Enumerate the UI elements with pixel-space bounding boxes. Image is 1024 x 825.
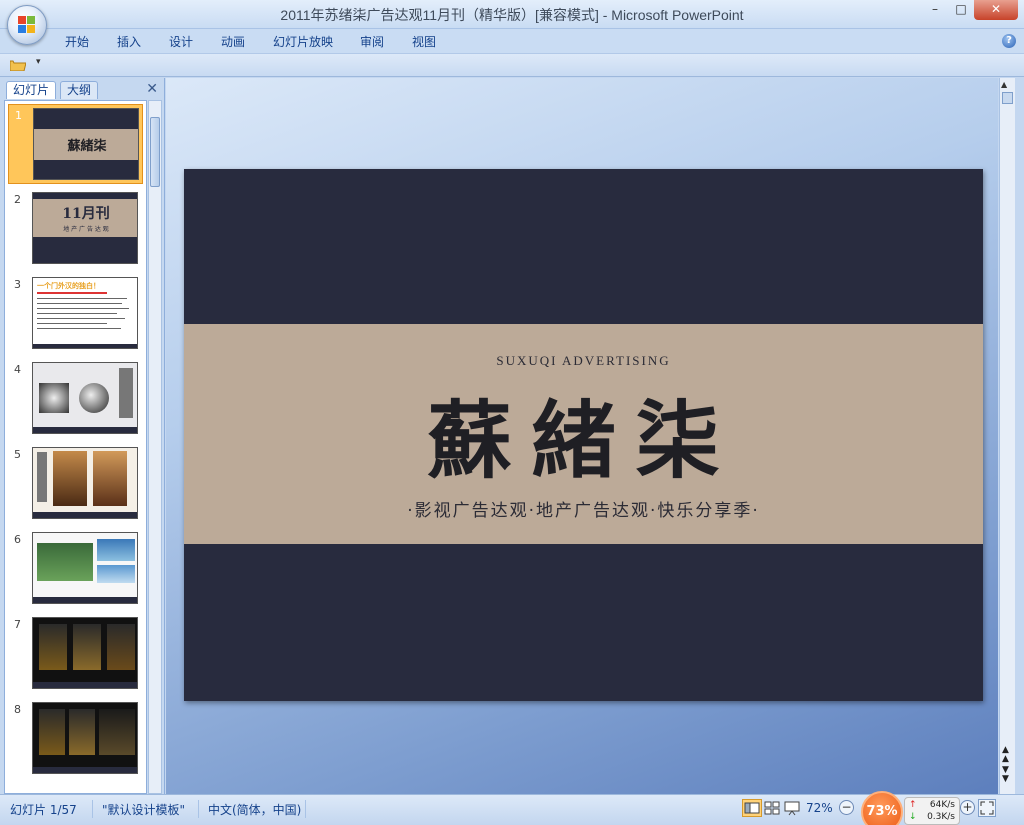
status-bar: 幻灯片 1/57 "默认设计模板" 中文(简体，中国) 72% − 73% ↑ … — [0, 791, 1024, 825]
thumbnail-slide-4[interactable] — [32, 362, 138, 434]
tab-slides[interactable]: 幻灯片 — [6, 81, 57, 99]
thumbnail-number: 6 — [14, 533, 21, 546]
previous-slide-icon[interactable]: ▲ ▲ — [1002, 746, 1009, 764]
help-icon[interactable]: ? — [1002, 34, 1016, 48]
editor-scrollbar[interactable]: ▲ ▲ ▲ ▼ ▼ — [999, 78, 1015, 794]
ribbon-tabs: 开始 插入 设计 动画 幻灯片放映 审阅 视图 ? — [0, 29, 1024, 53]
thumbnail-slot[interactable]: 4 — [8, 359, 143, 439]
thumbnail-slide-3[interactable]: 一个门外汉的独白！ — [32, 277, 138, 349]
slide-title-band: SUXUQI ADVERTISING 蘇緒柒 ·影视广告达观·地产广告达观·快乐… — [184, 324, 983, 544]
zoom-out-button[interactable]: − — [839, 800, 854, 815]
slide-chinese-logo[interactable]: 蘇緒柒 — [184, 374, 983, 495]
upload-speed: 64K/s — [929, 800, 955, 810]
slide-editor[interactable]: SUXUQI ADVERTISING 蘇緒柒 ·影视广告达观·地产广告达观·快乐… — [166, 78, 998, 794]
office-button[interactable] — [7, 5, 47, 45]
network-speed-widget[interactable]: ↑ 64K/s ↓ 0.3K/s — [904, 797, 960, 825]
thumbnail-slide-2[interactable]: 11月刊 地 产 广 告 达 观 — [32, 192, 138, 264]
thumbnail-number: 2 — [14, 193, 21, 206]
thumbnail-slot[interactable]: 1 蘇緒柒 — [8, 104, 143, 184]
qat-dropdown-icon[interactable]: ▾ — [36, 57, 41, 67]
next-slide-icon[interactable]: ▼ ▼ — [1002, 766, 1009, 784]
upload-arrow-icon: ↑ — [909, 800, 917, 810]
tab-view[interactable]: 视图 — [412, 33, 436, 50]
zoom-in-button[interactable]: + — [960, 800, 975, 815]
thumbnail-slot[interactable]: 6 — [8, 529, 143, 609]
editor-scroll-thumb[interactable] — [1002, 92, 1013, 104]
thumbnail-slide-5[interactable] — [32, 447, 138, 519]
tab-review[interactable]: 审阅 — [360, 33, 384, 50]
thumbnail-number: 4 — [14, 363, 21, 376]
thumbnail-slot[interactable]: 3 一个门外汉的独白！ — [8, 274, 143, 354]
thumbnail-scrollbar[interactable] — [148, 100, 162, 794]
slideshow-button[interactable] — [782, 799, 802, 817]
language-indicator[interactable]: 中文(简体，中国) — [208, 801, 301, 818]
thumbnail-slot[interactable]: 5 — [8, 444, 143, 524]
status-divider — [305, 800, 306, 818]
tab-outline[interactable]: 大纲 — [60, 81, 99, 99]
panel-tabs: 幻灯片 大纲 ✕ — [4, 81, 162, 99]
tab-slideshow[interactable]: 幻灯片放映 — [273, 33, 333, 50]
slide-english-title[interactable]: SUXUQI ADVERTISING — [184, 353, 983, 369]
window-controls: – □ ✕ — [922, 0, 1018, 20]
scroll-up-icon[interactable]: ▲ — [1001, 80, 1007, 89]
thumbnail-slide-7[interactable] — [32, 617, 138, 689]
fit-to-window-icon[interactable] — [978, 799, 996, 817]
thumbnail-slide-1[interactable]: 蘇緒柒 — [33, 108, 139, 180]
thumbnail-scroll-thumb[interactable] — [150, 117, 160, 187]
thumbnail-slot[interactable]: 8 — [8, 699, 143, 779]
minimize-button[interactable]: – — [922, 0, 948, 20]
tab-insert[interactable]: 插入 — [117, 33, 141, 50]
panel-close-icon[interactable]: ✕ — [146, 81, 158, 97]
thumbnail-slide-8[interactable] — [32, 702, 138, 774]
download-speed: 0.3K/s — [927, 812, 955, 822]
thumbnail-title: 11月刊 — [62, 206, 110, 222]
tab-animations[interactable]: 动画 — [221, 33, 245, 50]
download-arrow-icon: ↓ — [909, 812, 917, 822]
tab-design[interactable]: 设计 — [169, 33, 193, 50]
slide-counter: 幻灯片 1/57 — [10, 803, 77, 817]
thumbnail-number: 1 — [15, 109, 22, 122]
quick-access-toolbar: ▾ — [0, 53, 1024, 77]
zoom-level[interactable]: 72% — [806, 801, 833, 815]
thumbnail-slide-6[interactable] — [32, 532, 138, 604]
thumbnail-number: 8 — [14, 703, 21, 716]
thumbnail-logo: 蘇緒柒 — [67, 139, 107, 154]
tab-home[interactable]: 开始 — [65, 33, 89, 50]
thumbnail-list[interactable]: 1 蘇緒柒 2 11月刊 地 产 广 告 达 观 3 一个门外汉的独白！ 4 5… — [4, 100, 147, 794]
speed-monitor-badge[interactable]: 73% — [861, 791, 903, 825]
thumbnail-slot[interactable]: 2 11月刊 地 产 广 告 达 观 — [8, 189, 143, 269]
office-logo-icon — [18, 16, 36, 34]
thumbnail-number: 7 — [14, 618, 21, 631]
status-divider — [92, 800, 93, 818]
theme-name: "默认设计模板" — [102, 803, 186, 817]
current-slide[interactable]: SUXUQI ADVERTISING 蘇緒柒 ·影视广告达观·地产广告达观·快乐… — [184, 169, 983, 701]
thumbnail-number: 5 — [14, 448, 21, 461]
slide-subtitle[interactable]: ·影视广告达观·地产广告达观·快乐分享季· — [184, 496, 983, 521]
thumbnail-slot[interactable]: 7 — [8, 614, 143, 694]
thumbnail-subtitle: 地 产 广 告 达 观 — [63, 226, 109, 233]
close-button[interactable]: ✕ — [974, 0, 1018, 20]
thumbnail-number: 3 — [14, 278, 21, 291]
maximize-button[interactable]: □ — [948, 0, 974, 20]
title-bar: 2011年苏绪柒广告达观11月刊（精华版）[兼容模式] - Microsoft … — [0, 0, 1024, 29]
window-title: 2011年苏绪柒广告达观11月刊（精华版）[兼容模式] - Microsoft … — [280, 7, 744, 23]
slide-sorter-button[interactable] — [762, 799, 782, 817]
status-divider — [198, 800, 199, 818]
normal-view-button[interactable] — [742, 799, 762, 817]
slides-panel: 幻灯片 大纲 ✕ 1 蘇緒柒 2 11月刊 地 产 广 告 达 观 3 一个门外… — [0, 78, 165, 794]
thumbnail-heading: 一个门外汉的独白！ — [37, 282, 100, 290]
open-folder-icon[interactable] — [10, 59, 26, 71]
